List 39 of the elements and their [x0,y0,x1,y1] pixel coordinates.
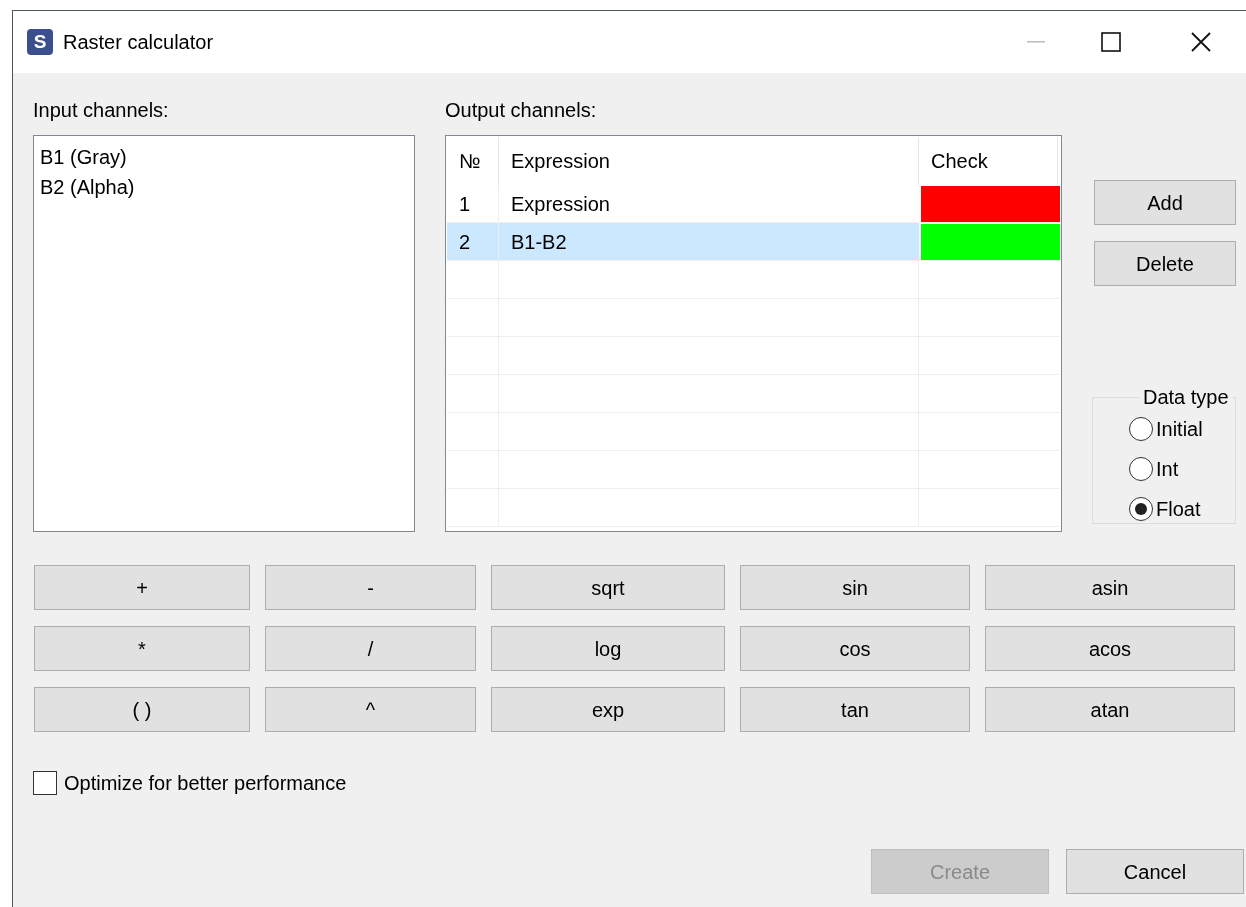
operator-button[interactable]: acos [985,626,1235,671]
optimize-checkbox[interactable] [33,771,57,795]
operator-button[interactable]: asin [985,565,1235,610]
channel-item[interactable]: B2 (Alpha) [40,172,135,202]
operator-button[interactable]: * [34,626,250,671]
table-cell: B1-B2 [499,223,919,260]
operator-button[interactable]: - [265,565,476,610]
operator-button[interactable]: sin [740,565,970,610]
operator-button[interactable]: tan [740,687,970,732]
operator-button[interactable]: cos [740,626,970,671]
output-channels-label: Output channels: [445,98,598,123]
operator-button[interactable]: exp [491,687,725,732]
operator-button[interactable]: sqrt [491,565,725,610]
maximize-icon [1101,32,1121,52]
radio-label: Float [1156,497,1201,522]
radio-button[interactable] [1129,457,1153,481]
minimize-icon [1027,41,1045,43]
operator-button[interactable]: atan [985,687,1235,732]
input-channels-list[interactable]: B1 (Gray) B2 (Alpha) [33,135,415,532]
operator-button[interactable]: / [265,626,476,671]
input-channels-label: Input channels: [33,98,170,123]
radio-button[interactable] [1129,417,1153,441]
operator-button[interactable]: ( ) [34,687,250,732]
window-title: Raster calculator [63,30,214,55]
radio-label: Int [1156,457,1179,482]
dialog-button[interactable]: Cancel [1066,849,1244,894]
operator-button[interactable]: log [491,626,725,671]
column-header[interactable]: Check [919,137,1058,185]
radio-button[interactable] [1129,497,1153,521]
operator-button[interactable]: + [34,565,250,610]
channel-item[interactable]: B1 (Gray) [40,142,127,172]
radio-label: Initial [1156,417,1203,442]
operator-button[interactable]: ^ [265,687,476,732]
app-icon: S [27,29,53,55]
side-button[interactable]: Delete [1094,241,1236,286]
optimize-label: Optimize for better performance [64,771,347,796]
table-cell: 2 [447,223,499,260]
side-button[interactable]: Add [1094,180,1236,225]
close-icon [1191,32,1211,52]
